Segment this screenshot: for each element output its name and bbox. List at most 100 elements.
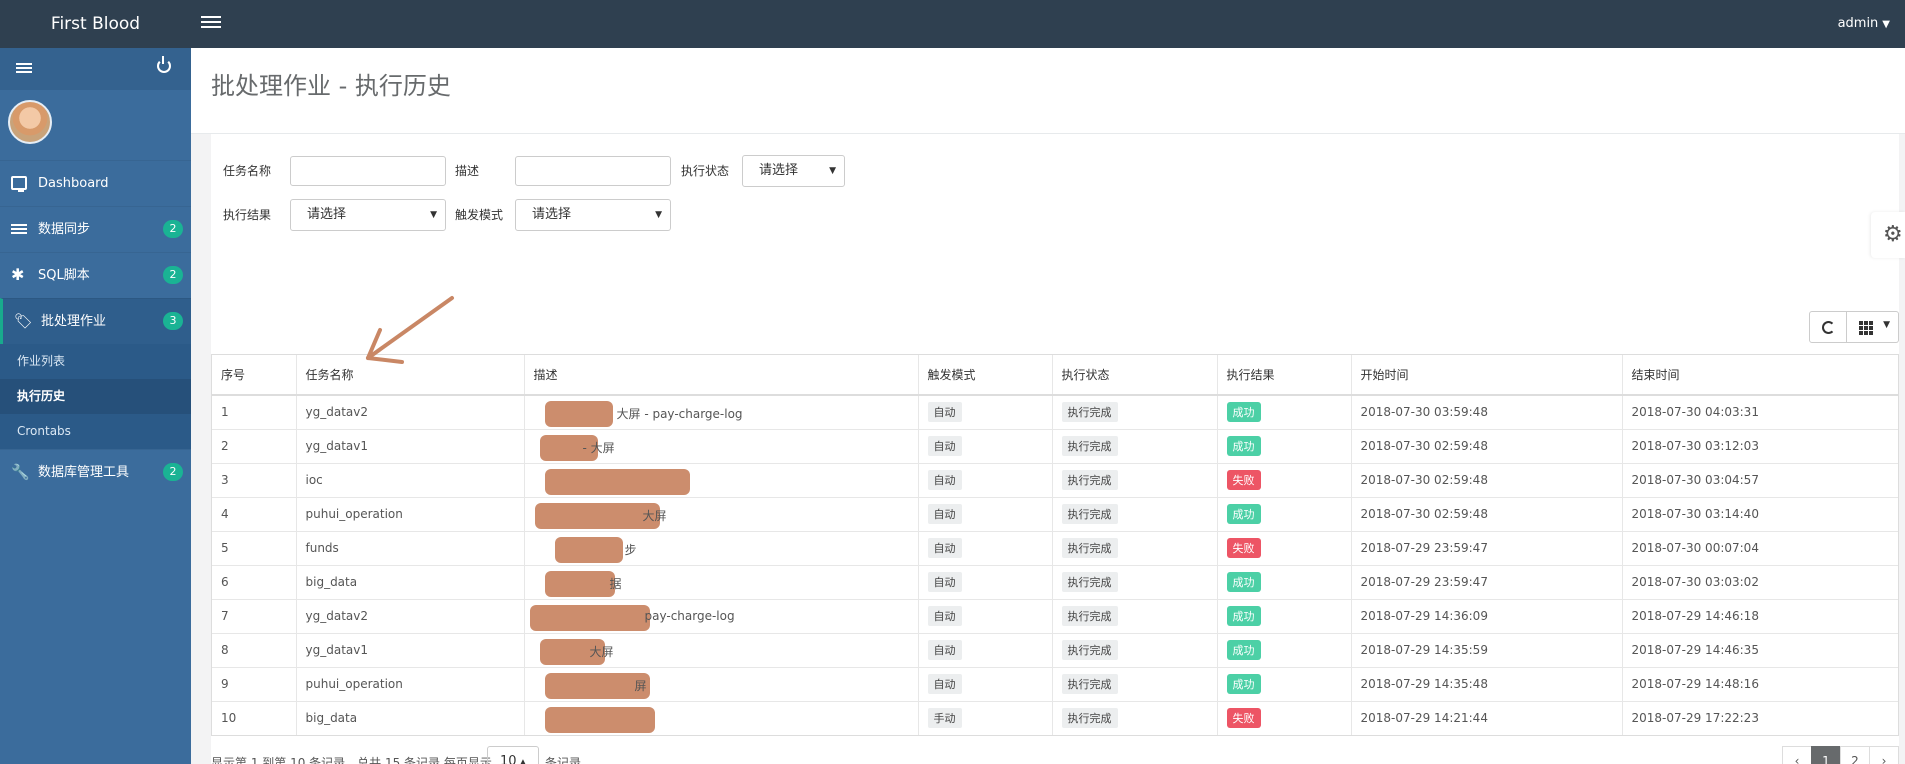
- table-row[interactable]: 8 yg_datav1 大屏 自动 执行完成 成功 2018-07-29 14:35:59 2…: [212, 632, 1898, 667]
- columns-button[interactable]: ▼: [1847, 311, 1899, 343]
- settings-tab[interactable]: ⚙: [1871, 212, 1905, 258]
- cell-start-time: 2018-07-29 14:36:09: [1351, 598, 1623, 633]
- table-row[interactable]: 7 yg_datav2 pay-charge-log 自动 执行完成 成功 2018-07-…: [212, 598, 1898, 633]
- table-row[interactable]: 2 yg_datav1 - 大屏 自动 执行完成 成功 2018-07-30 02:59:4…: [212, 428, 1898, 463]
- desc-text: 大屏: [589, 644, 614, 659]
- trigger-badge: 手动: [927, 708, 962, 729]
- trigger-badge: 自动: [927, 402, 962, 423]
- status-badge: 执行完成: [1061, 504, 1118, 524]
- result-badge: 成功: [1226, 436, 1261, 456]
- result-badge: 失败: [1226, 470, 1261, 490]
- column-header[interactable]: 执行结果: [1217, 355, 1352, 396]
- column-header[interactable]: 描述: [524, 355, 919, 396]
- status-badge: 执行完成: [1061, 572, 1118, 592]
- power-icon[interactable]: [157, 56, 171, 73]
- cell-start-time: 2018-07-29 14:21:44: [1351, 700, 1623, 735]
- caret-down-icon: ▼: [655, 210, 662, 220]
- brand-title[interactable]: First Blood: [0, 0, 191, 48]
- cell-end-time: 2018-07-29 14:46:18: [1622, 598, 1898, 633]
- trigger-mode-select[interactable]: 请选择 ▼: [515, 199, 671, 231]
- sidebar-item-label: 批处理作业: [41, 314, 107, 329]
- pagination-next[interactable]: ›: [1869, 746, 1899, 764]
- cell-no: 9: [212, 666, 297, 701]
- cell-start-time: 2018-07-29 23:59:47: [1351, 564, 1623, 599]
- pagination-page-2[interactable]: 2: [1840, 746, 1870, 764]
- table-row[interactable]: 10 big_data 手动 执行完成 失败 2018-07-29 14:21:44 201…: [212, 700, 1898, 735]
- table-row[interactable]: 1 yg_datav2 大屏 - pay-charge-log 自动 执行完成 成功 201…: [212, 394, 1898, 429]
- cell-task-name: ioc: [296, 462, 525, 497]
- cell-status: 执行完成: [1052, 598, 1218, 633]
- sidebar-item-sql-script[interactable]: ✱ SQL脚本 2: [0, 252, 191, 298]
- redaction-mark: [554, 536, 623, 563]
- trigger-badge: 自动: [927, 640, 962, 660]
- sidebar-item-db-tools[interactable]: 🔧 数据库管理工具 2: [0, 449, 191, 495]
- sidebar-subitem-exec-history[interactable]: 执行历史: [0, 379, 191, 414]
- table-row[interactable]: 6 big_data 据 自动 执行完成 成功 2018-07-29 23:59:47 201…: [212, 564, 1898, 599]
- sidebar-subitem-job-list[interactable]: 作业列表: [0, 344, 191, 379]
- cell-no: 4: [212, 496, 297, 531]
- redaction-mark: [544, 570, 615, 597]
- asterisk-icon: ✱: [11, 265, 25, 284]
- column-header[interactable]: 序号: [212, 355, 297, 396]
- cell-end-time: 2018-07-30 00:07:04: [1622, 530, 1898, 565]
- cell-no: 10: [212, 700, 297, 735]
- exec-result-select[interactable]: 请选择 ▼: [290, 199, 446, 231]
- sidebar-subitem-crontabs[interactable]: Crontabs: [0, 414, 191, 449]
- sidebar-item-batch-jobs[interactable]: 🏷 批处理作业 3: [0, 298, 191, 344]
- cell-result: 失败: [1217, 462, 1352, 497]
- grid-icon: [1859, 321, 1873, 335]
- status-badge: 执行完成: [1061, 436, 1118, 456]
- count-badge: 2: [163, 266, 183, 284]
- desc-label: 描述: [455, 164, 480, 178]
- sidebar-item-dashboard[interactable]: Dashboard: [0, 160, 191, 206]
- cell-trigger: 自动: [918, 564, 1053, 599]
- cell-start-time: 2018-07-30 02:59:48: [1351, 428, 1623, 463]
- menu-icon[interactable]: [16, 61, 32, 75]
- count-badge: 2: [163, 220, 183, 238]
- cell-no: 8: [212, 632, 297, 667]
- cell-status: 执行完成: [1052, 462, 1218, 497]
- cell-trigger: 手动: [918, 700, 1053, 735]
- column-header[interactable]: 开始时间: [1351, 355, 1623, 396]
- user-menu[interactable]: admin ▼: [1838, 0, 1890, 49]
- redaction-mark: [544, 401, 613, 427]
- hamburger-icon[interactable]: [201, 13, 221, 33]
- table-row[interactable]: 9 puhui_operation 屏 自动 执行完成 成功 2018-07-29 14:3…: [212, 666, 1898, 701]
- cell-trigger: 自动: [918, 496, 1053, 531]
- pagination-prev[interactable]: ‹: [1782, 746, 1812, 764]
- pagination-page-1[interactable]: 1: [1811, 746, 1841, 764]
- cell-status: 执行完成: [1052, 700, 1218, 735]
- task-name-input[interactable]: [290, 156, 446, 186]
- column-header[interactable]: 执行状态: [1052, 355, 1218, 396]
- table-row[interactable]: 5 funds 步 自动 执行完成 失败 2018-07-29 23:59:47 2018-0…: [212, 530, 1898, 565]
- column-header[interactable]: 任务名称: [296, 355, 525, 396]
- sidebar-item-label: 数据同步: [38, 222, 91, 237]
- cell-result: 失败: [1217, 530, 1352, 565]
- table-row[interactable]: 3 ioc 自动 执行完成 失败 2018-07-30 02:59:48 2018-07-3…: [212, 462, 1898, 497]
- cell-task-name: puhui_operation: [296, 666, 525, 701]
- column-header[interactable]: 触发模式: [918, 355, 1053, 396]
- avatar[interactable]: [8, 100, 52, 144]
- sidebar-item-data-sync[interactable]: 数据同步 2: [0, 206, 191, 252]
- cell-no: 5: [212, 530, 297, 565]
- column-header[interactable]: 结束时间: [1622, 355, 1898, 396]
- page-size-select[interactable]: 10 ▲: [487, 746, 539, 764]
- cell-desc: 据: [524, 564, 919, 599]
- refresh-button[interactable]: [1809, 311, 1847, 343]
- table-row[interactable]: 4 puhui_operation 大屏 自动 执行完成 成功 2018-07-30 02:…: [212, 496, 1898, 531]
- content-panel: 任务名称 描述 执行状态 请选择 ▼ 执行结果 请选择 ▼ 触发模式 请选择 ▼: [211, 134, 1899, 764]
- table-header-row: 序号 任务名称 描述 触发模式 执行状态 执行结果 开始时间 结束时间: [212, 355, 1898, 396]
- result-badge: 成功: [1226, 504, 1261, 524]
- desc-text: 大屏 - pay-charge-log: [616, 407, 743, 421]
- cell-status: 执行完成: [1052, 632, 1218, 667]
- cell-task-name: yg_datav1: [296, 428, 525, 463]
- tag-icon: 🏷: [14, 312, 34, 330]
- result-badge: 成功: [1226, 640, 1261, 660]
- exec-status-select[interactable]: 请选择 ▼: [742, 155, 845, 187]
- sidebar: Dashboard 数据同步 2 ✱ SQL脚本 2 🏷 批处理作业 3 作业列…: [0, 48, 191, 764]
- desc-input[interactable]: [515, 156, 671, 186]
- caret-down-icon: ▼: [829, 166, 836, 176]
- cell-end-time: 2018-07-30 03:04:57: [1622, 462, 1898, 497]
- cell-desc: 大屏: [524, 632, 919, 667]
- wrench-icon: 🔧: [11, 463, 30, 481]
